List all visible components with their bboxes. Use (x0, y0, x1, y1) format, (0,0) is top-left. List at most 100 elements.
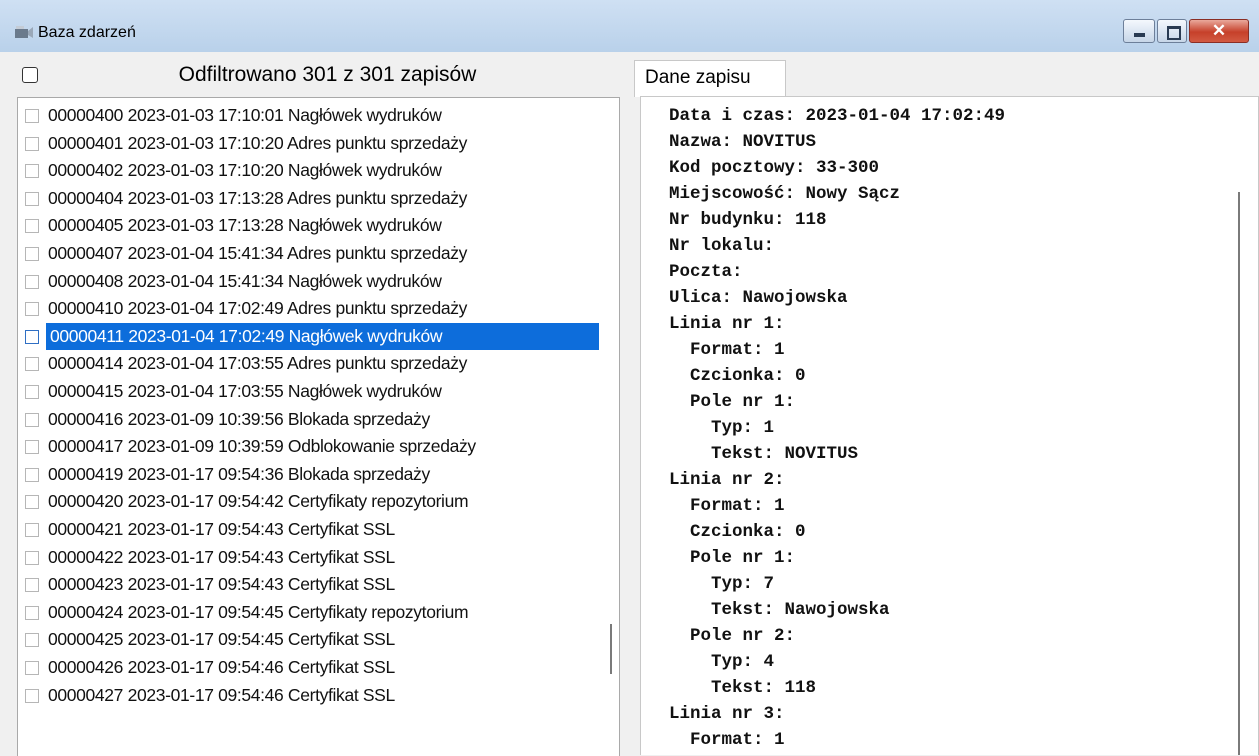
tab-record-data[interactable]: Dane zapisu (634, 60, 786, 97)
detail-line: Pole nr 2: (669, 626, 796, 646)
record-checkbox[interactable] (25, 274, 39, 289)
record-label: 00000421 2023-01-17 09:54:43 Certyfikat … (48, 519, 395, 539)
list-item[interactable]: 00000411 2023-01-04 17:02:49 Nagłówek wy… (18, 322, 601, 350)
list-item[interactable]: 00000424 2023-01-17 09:54:45 Certyfikaty… (18, 599, 601, 626)
record-checkbox[interactable] (25, 247, 39, 261)
detail-line: Tekst: 118 (669, 678, 817, 698)
detail-line: Format: 1 (669, 340, 785, 360)
list-item[interactable]: 00000425 2023-01-17 09:54:45 Certyfikat … (18, 626, 601, 653)
detail-line: Czcionka: 0 (669, 522, 806, 542)
record-label: 00000426 2023-01-17 09:54:46 Certyfikat … (48, 657, 395, 677)
record-checkbox[interactable] (25, 523, 39, 537)
detail-line: Pole nr 1: (669, 548, 796, 568)
record-checkbox[interactable] (25, 495, 39, 510)
detail-line: Format: 1 (669, 730, 785, 750)
list-item[interactable]: 00000427 2023-01-17 09:54:46 Certyfikat … (18, 682, 601, 709)
minimize-button[interactable] (1123, 19, 1155, 43)
list-item[interactable]: 00000408 2023-01-04 15:41:34 Nagłówek wy… (18, 268, 601, 295)
record-label: 00000415 2023-01-04 17:03:55 Nagłówek wy… (48, 381, 442, 401)
record-checkbox[interactable] (25, 219, 39, 234)
detail-line: Nr lokalu: (669, 236, 775, 256)
detail-line: Linia nr 2: (669, 470, 785, 490)
record-checkbox[interactable] (25, 440, 39, 455)
list-item[interactable]: 00000407 2023-01-04 15:41:34 Adres punkt… (18, 240, 601, 267)
record-checkbox[interactable] (25, 578, 39, 593)
record-label: 00000414 2023-01-04 17:03:55 Adres punkt… (48, 353, 468, 374)
list-item[interactable]: 00000414 2023-01-04 17:03:55 Adres punkt… (18, 350, 601, 377)
list-item[interactable]: 00000402 2023-01-03 17:10:20 Nagłówek wy… (18, 157, 601, 184)
detail-line: Czcionka: 0 (669, 366, 806, 386)
detail-line: Typ: 7 (669, 574, 775, 594)
record-checkbox[interactable] (25, 191, 39, 206)
detail-scrollbar-thumb[interactable] (1238, 192, 1240, 755)
record-checkbox[interactable] (25, 329, 39, 344)
record-checkbox[interactable] (25, 302, 39, 317)
detail-line: Tekst: Nawojowska (669, 600, 890, 620)
list-item[interactable]: 00000400 2023-01-03 17:10:01 Nagłówek wy… (18, 102, 601, 129)
record-checkbox[interactable] (25, 467, 39, 482)
record-label: 00000401 2023-01-03 17:10:20 Adres punkt… (48, 132, 468, 153)
list-item[interactable]: 00000419 2023-01-17 09:54:36 Blokada spr… (18, 461, 601, 488)
record-checkbox[interactable] (25, 385, 39, 399)
record-label: 00000422 2023-01-17 09:54:43 Certyfikat … (48, 546, 395, 567)
detail-line: Tekst: NOVITUS (669, 444, 859, 464)
detail-line: Nazwa: NOVITUS (669, 132, 817, 152)
record-label: 00000423 2023-01-17 09:54:43 Certyfikat … (48, 574, 395, 595)
close-button[interactable]: ✕ (1189, 19, 1249, 43)
record-label: 00000416 2023-01-09 10:39:56 Blokada spr… (48, 408, 430, 429)
record-label: 00000404 2023-01-03 17:13:28 Adres punkt… (48, 187, 468, 208)
list-item[interactable]: 00000410 2023-01-04 17:02:49 Adres punkt… (18, 295, 601, 322)
record-label: 00000425 2023-01-17 09:54:45 Certyfikat … (48, 629, 395, 650)
list-item[interactable]: 00000422 2023-01-17 09:54:43 Certyfikat … (18, 544, 601, 571)
list-item[interactable]: 00000404 2023-01-03 17:13:28 Adres punkt… (18, 185, 601, 212)
list-item[interactable]: 00000426 2023-01-17 09:54:46 Certyfikat … (18, 654, 601, 681)
record-checkbox[interactable] (25, 633, 39, 648)
record-label: 00000427 2023-01-17 09:54:46 Certyfikat … (48, 684, 395, 705)
record-checkbox[interactable] (25, 688, 39, 703)
list-item[interactable]: 00000423 2023-01-17 09:54:43 Certyfikat … (18, 571, 601, 598)
window-title: Baza zdarzeń (38, 24, 136, 41)
record-checkbox[interactable] (25, 109, 39, 123)
record-checkbox[interactable] (25, 164, 39, 179)
record-label: 00000400 2023-01-03 17:10:01 Nagłówek wy… (48, 105, 442, 125)
record-label: 00000417 2023-01-09 10:39:59 Odblokowani… (48, 436, 476, 457)
detail-line: Format: 1 (669, 496, 785, 516)
detail-line: Data i czas: 2023-01-04 17:02:49 (669, 106, 1006, 126)
record-label: 00000410 2023-01-04 17:02:49 Adres punkt… (48, 298, 468, 319)
list-item[interactable]: 00000401 2023-01-03 17:10:20 Adres punkt… (18, 130, 601, 157)
window-titlebar[interactable]: Baza zdarzeń ✕ (0, 0, 1259, 52)
list-item[interactable]: 00000405 2023-01-03 17:13:28 Nagłówek wy… (18, 212, 601, 239)
record-label: 00000419 2023-01-17 09:54:36 Blokada spr… (48, 463, 430, 484)
records-list[interactable]: 00000400 2023-01-03 17:10:01 Nagłówek wy… (17, 97, 620, 756)
detail-line: Pole nr 1: (669, 392, 796, 412)
select-all-checkbox[interactable] (22, 67, 38, 83)
filter-summary: Odfiltrowano 301 z 301 zapisów (178, 63, 477, 86)
close-icon: ✕ (1211, 21, 1227, 40)
minimize-icon (1134, 33, 1145, 37)
list-item[interactable]: 00000415 2023-01-04 17:03:55 Nagłówek wy… (18, 378, 601, 405)
list-item[interactable]: 00000420 2023-01-17 09:54:42 Certyfikaty… (18, 488, 601, 515)
list-item[interactable]: 00000416 2023-01-09 10:39:56 Blokada spr… (18, 406, 601, 433)
detail-line: Kod pocztowy: 33-300 (669, 158, 880, 178)
list-scrollbar-thumb[interactable] (610, 624, 612, 674)
detail-line: Poczta: (669, 262, 743, 282)
list-item[interactable]: 00000421 2023-01-17 09:54:43 Certyfikat … (18, 516, 601, 543)
record-checkbox[interactable] (25, 136, 39, 151)
detail-line: Linia nr 1: (669, 314, 785, 334)
records-panel: Odfiltrowano 301 z 301 zapisów 00000400 … (0, 52, 622, 756)
record-label: 00000411 2023-01-04 17:02:49 Nagłówek wy… (46, 322, 599, 350)
record-checkbox[interactable] (25, 412, 39, 427)
list-item[interactable]: 00000417 2023-01-09 10:39:59 Odblokowani… (18, 433, 601, 460)
detail-line: Typ: 1 (669, 418, 775, 438)
record-label: 00000424 2023-01-17 09:54:45 Certyfikaty… (48, 601, 469, 622)
maximize-icon (1167, 26, 1181, 40)
record-checkbox[interactable] (25, 661, 39, 675)
record-checkbox[interactable] (25, 357, 39, 372)
record-label: 00000420 2023-01-17 09:54:42 Certyfikaty… (48, 491, 469, 512)
detail-line: Typ: 4 (669, 652, 775, 672)
record-detail-view[interactable]: Data i czas: 2023-01-04 17:02:49 Nazwa: N… (640, 96, 1259, 755)
record-label: 00000405 2023-01-03 17:13:28 Nagłówek wy… (48, 215, 442, 236)
record-checkbox[interactable] (25, 605, 39, 620)
record-checkbox[interactable] (25, 550, 39, 565)
maximize-button[interactable] (1157, 19, 1187, 43)
